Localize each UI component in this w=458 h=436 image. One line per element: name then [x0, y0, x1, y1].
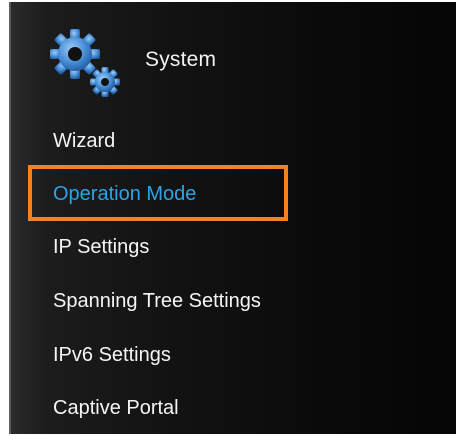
menu-item-spanning-tree-settings[interactable]: Spanning Tree Settings — [53, 290, 261, 313]
system-sidebar: System Wizard Operation Mode IP Settings… — [9, 2, 456, 434]
system-menu: Wizard Operation Mode IP Settings Spanni… — [11, 2, 456, 434]
menu-item-ip-settings[interactable]: IP Settings — [53, 236, 149, 259]
menu-item-wizard[interactable]: Wizard — [53, 130, 115, 153]
menu-item-captive-portal[interactable]: Captive Portal — [53, 397, 179, 420]
menu-item-operation-mode[interactable]: Operation Mode — [53, 183, 196, 206]
menu-item-ipv6-settings[interactable]: IPv6 Settings — [53, 344, 171, 367]
